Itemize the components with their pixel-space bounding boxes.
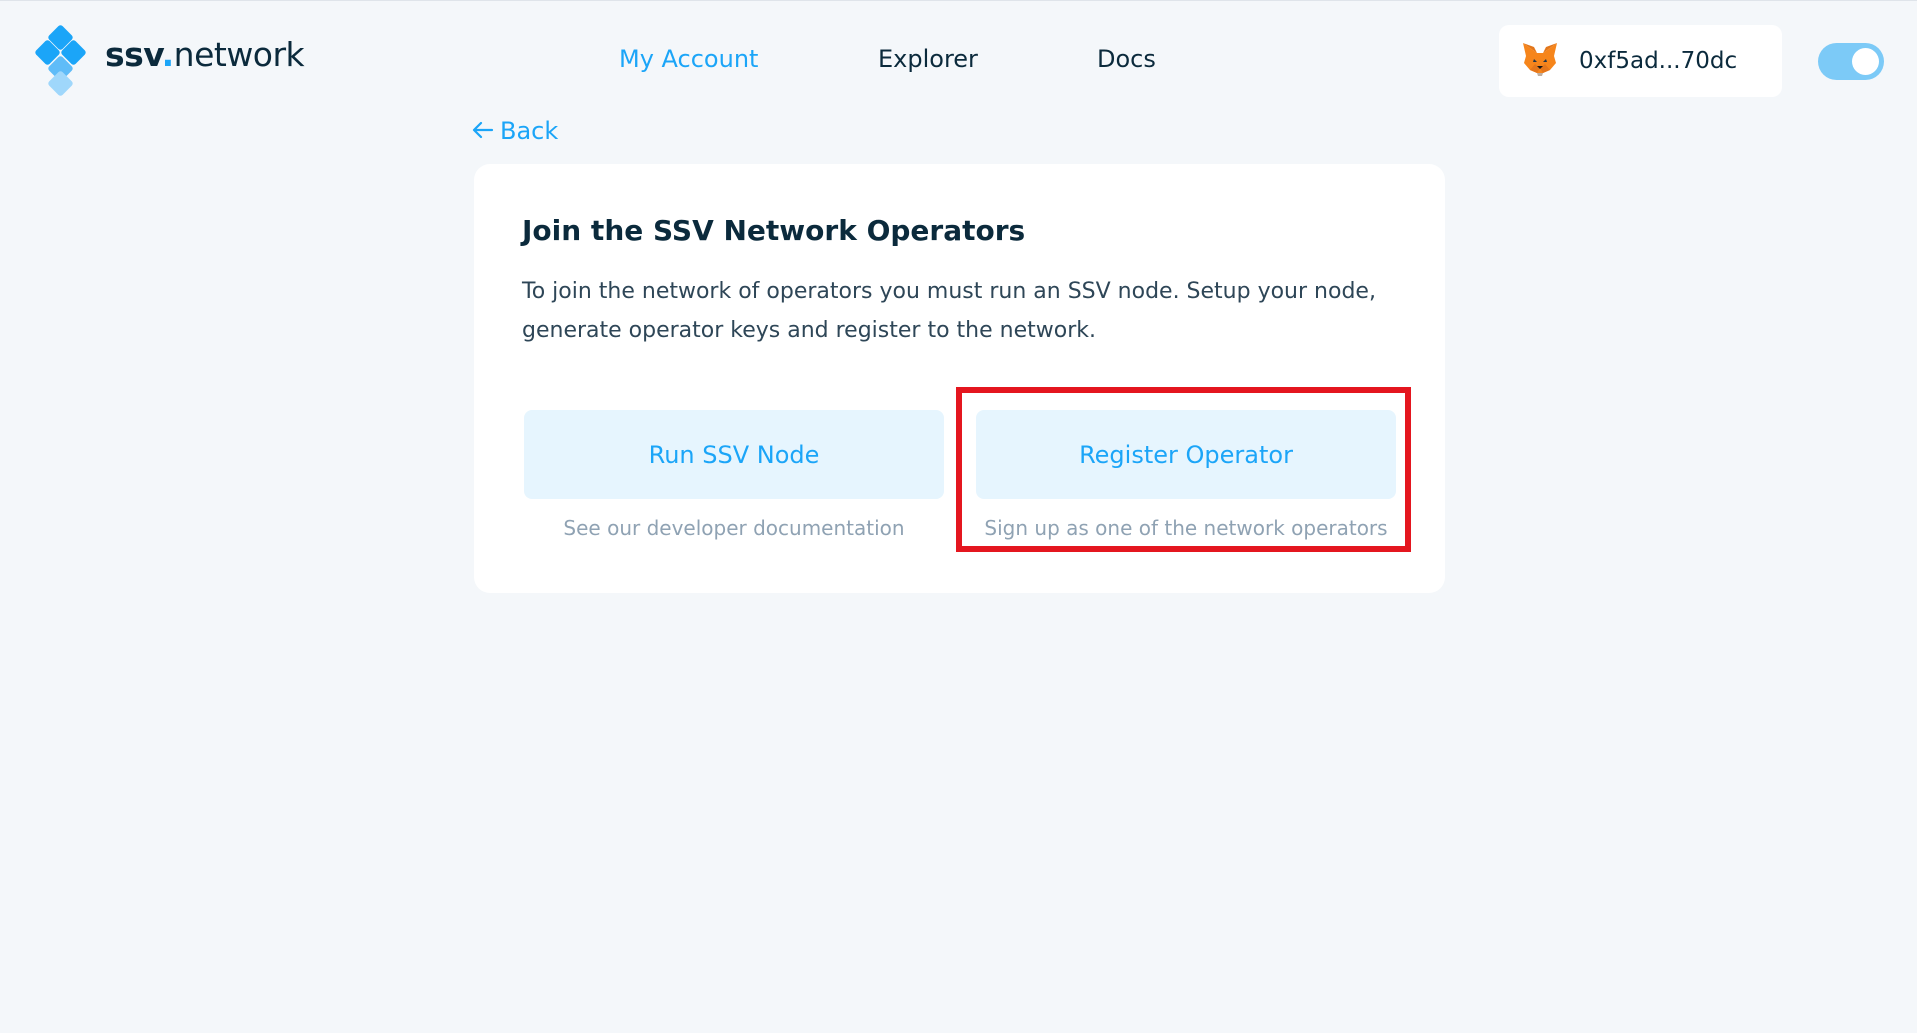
wallet-button[interactable]: 0xf5ad...70dc (1499, 25, 1782, 97)
back-link[interactable]: Back (472, 117, 558, 145)
theme-toggle[interactable] (1818, 43, 1884, 80)
ssv-logo-icon (34, 24, 87, 97)
nav-docs[interactable]: Docs (1097, 45, 1156, 73)
page: ssv.network My Account Explorer Docs 0xf… (0, 0, 1917, 1033)
ssv-network-logo[interactable]: ssv.network (34, 24, 305, 97)
nav-my-account[interactable]: My Account (619, 45, 758, 73)
nav-explorer[interactable]: Explorer (878, 45, 978, 73)
logo-wordmark: ssv.network (105, 34, 305, 74)
card-title: Join the SSV Network Operators (522, 214, 1026, 247)
card-description: To join the network of operators you mus… (522, 279, 1376, 343)
register-operator-button[interactable]: Register Operator (976, 410, 1396, 499)
back-label: Back (500, 117, 559, 145)
run-ssv-node-button[interactable]: Run SSV Node (524, 410, 944, 499)
wallet-address: 0xf5ad...70dc (1579, 48, 1738, 74)
join-operators-card: Join the SSV Network Operators To join t… (474, 164, 1445, 593)
run-ssv-node-subtitle: See our developer documentation (563, 516, 905, 540)
register-operator-subtitle: Sign up as one of the network operators (984, 516, 1388, 540)
arrow-left-icon (472, 117, 494, 145)
toggle-knob (1852, 48, 1879, 75)
metamask-fox-icon (1521, 42, 1559, 80)
